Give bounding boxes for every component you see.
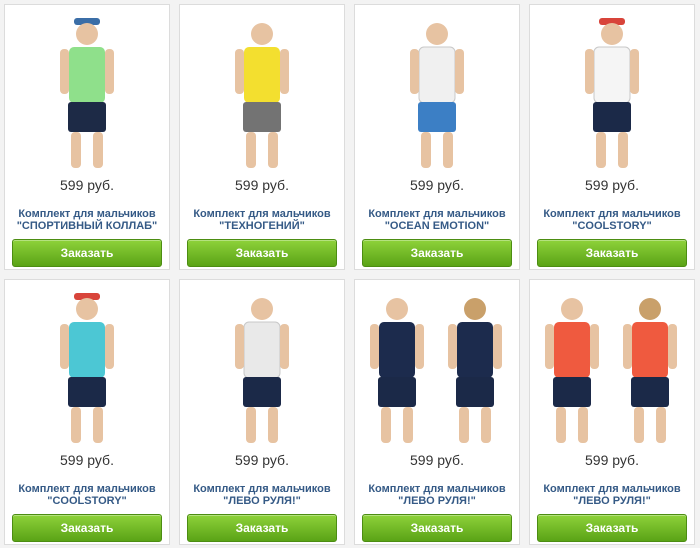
- boy-tshirt-shorts-icon: [235, 298, 289, 443]
- price: 599 руб.: [235, 177, 289, 193]
- product-card: 599 руб. Комплект для мальчиков "ТЕХНОГЕ…: [179, 4, 345, 270]
- title-line-2: "COOLSTORY": [47, 495, 127, 507]
- product-title[interactable]: Комплект для мальчиков "COOLSTORY": [5, 483, 169, 507]
- boy-tshirt-shorts-icon: [60, 293, 114, 443]
- product-title[interactable]: Комплект для мальчиков "ЛЕВО РУЛЯ!": [180, 483, 344, 507]
- order-button[interactable]: Заказать: [187, 514, 337, 542]
- title-line-1: Комплект для мальчиков: [18, 208, 156, 220]
- product-photo[interactable]: [530, 286, 694, 446]
- title-line-1: Комплект для мальчиков: [543, 208, 681, 220]
- order-button[interactable]: Заказать: [187, 239, 337, 267]
- price: 599 руб.: [410, 177, 464, 193]
- title-line-2: "ЛЕВО РУЛЯ!": [573, 495, 651, 507]
- price: 599 руб.: [585, 177, 639, 193]
- title-line-1: Комплект для мальчиков: [543, 483, 681, 495]
- product-card: 599 руб. Комплект для мальчиков "ЛЕВО РУ…: [529, 279, 695, 545]
- two-boys-front-back-icon: [370, 298, 502, 443]
- title-line-2: "OCEAN EMOTION": [384, 220, 490, 232]
- price: 599 руб.: [235, 452, 289, 468]
- product-card: 599 руб. Комплект для мальчиков "ЛЕВО РУ…: [354, 279, 520, 545]
- price: 599 руб.: [60, 177, 114, 193]
- order-button[interactable]: Заказать: [12, 239, 162, 267]
- price: 599 руб.: [410, 452, 464, 468]
- product-title[interactable]: Комплект для мальчиков "OCEAN EMOTION": [355, 208, 519, 232]
- order-button[interactable]: Заказать: [362, 514, 512, 542]
- title-line-1: Комплект для мальчиков: [18, 483, 156, 495]
- order-button[interactable]: Заказать: [12, 514, 162, 542]
- title-line-1: Комплект для мальчиков: [368, 208, 506, 220]
- product-grid: 599 руб. Комплект для мальчиков "СПОРТИВ…: [0, 0, 700, 548]
- title-line-2: "COOLSTORY": [572, 220, 652, 232]
- product-card: 599 руб. Комплект для мальчиков "COOLSTO…: [4, 279, 170, 545]
- product-photo[interactable]: [530, 11, 694, 171]
- boy-tshirt-shorts-icon: [60, 18, 114, 168]
- product-photo[interactable]: [5, 286, 169, 446]
- order-button[interactable]: Заказать: [537, 239, 687, 267]
- product-card: 599 руб. Комплект для мальчиков "ЛЕВО РУ…: [179, 279, 345, 545]
- order-button[interactable]: Заказать: [537, 514, 687, 542]
- boy-tshirt-shorts-icon: [585, 18, 639, 168]
- title-line-2: "ЛЕВО РУЛЯ!": [398, 495, 476, 507]
- product-title[interactable]: Комплект для мальчиков "ЛЕВО РУЛЯ!": [355, 483, 519, 507]
- product-card: 599 руб. Комплект для мальчиков "СПОРТИВ…: [4, 4, 170, 270]
- boy-tshirt-shorts-icon: [410, 23, 464, 168]
- product-photo[interactable]: [180, 11, 344, 171]
- product-title[interactable]: Комплект для мальчиков "ТЕХНОГЕНИЙ": [180, 208, 344, 232]
- product-photo[interactable]: [355, 286, 519, 446]
- title-line-2: "ТЕХНОГЕНИЙ": [219, 220, 305, 232]
- title-line-1: Комплект для мальчиков: [193, 208, 331, 220]
- price: 599 руб.: [60, 452, 114, 468]
- title-line-2: "ЛЕВО РУЛЯ!": [223, 495, 301, 507]
- product-title[interactable]: Комплект для мальчиков "ЛЕВО РУЛЯ!": [530, 483, 694, 507]
- product-photo[interactable]: [355, 11, 519, 171]
- title-line-1: Комплект для мальчиков: [193, 483, 331, 495]
- product-photo[interactable]: [180, 286, 344, 446]
- order-button[interactable]: Заказать: [362, 239, 512, 267]
- two-boys-front-back-icon: [545, 298, 677, 443]
- product-card: 599 руб. Комплект для мальчиков "COOLSTO…: [529, 4, 695, 270]
- title-line-1: Комплект для мальчиков: [368, 483, 506, 495]
- price: 599 руб.: [585, 452, 639, 468]
- product-card: 599 руб. Комплект для мальчиков "OCEAN E…: [354, 4, 520, 270]
- product-photo[interactable]: [5, 11, 169, 171]
- product-title[interactable]: Комплект для мальчиков "COOLSTORY": [530, 208, 694, 232]
- boy-tshirt-shorts-icon: [235, 23, 289, 168]
- title-line-2: "СПОРТИВНЫЙ КОЛЛАБ": [16, 220, 158, 232]
- product-title[interactable]: Комплект для мальчиков "СПОРТИВНЫЙ КОЛЛА…: [5, 208, 169, 232]
